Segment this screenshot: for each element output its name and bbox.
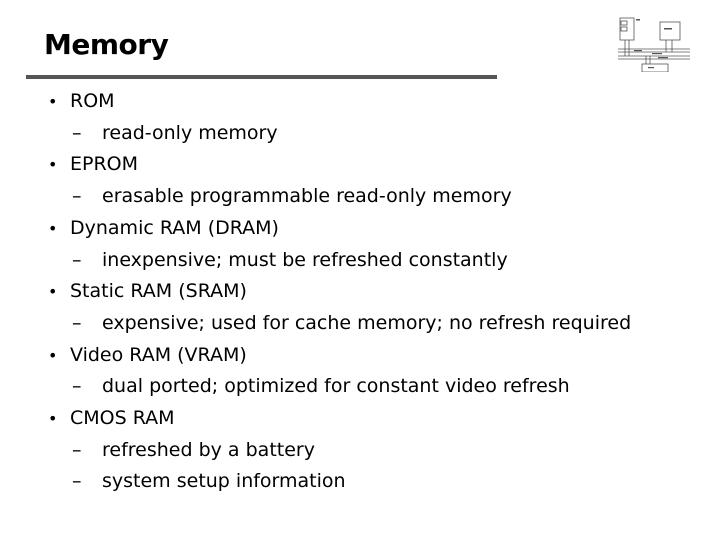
bullet-icon: • bbox=[48, 92, 58, 111]
dash-icon: – bbox=[72, 438, 82, 461]
bullet-icon: • bbox=[48, 218, 58, 238]
list-item-label: Video RAM (VRAM) bbox=[70, 343, 247, 366]
bullet-list: • ROM – read-only memory • EPROM – erasable pro… bbox=[48, 86, 631, 498]
dash-icon: – bbox=[72, 185, 82, 208]
bullet-icon: • bbox=[48, 282, 58, 302]
sub-list-item: – dual ported; optimized for constant vid… bbox=[48, 371, 631, 403]
dash-icon: – bbox=[72, 121, 82, 144]
list-item: • EPROM bbox=[48, 149, 631, 181]
bullet-icon: • bbox=[48, 345, 58, 365]
dash-icon: – bbox=[72, 311, 82, 334]
list-item-label: Static RAM (SRAM) bbox=[70, 280, 247, 303]
computer-bus-diagram-icon bbox=[618, 17, 690, 72]
sub-list-item-text: read-only memory bbox=[102, 121, 278, 144]
sub-list-item: – refreshed by a battery bbox=[48, 435, 631, 467]
sub-list-item: – inexpensive; must be refreshed constant… bbox=[48, 245, 631, 277]
sub-list-item: – expensive; used for cache memory; no re… bbox=[48, 308, 631, 340]
sub-list-item-text: refreshed by a battery bbox=[102, 438, 315, 461]
list-item: • Dynamic RAM (DRAM) bbox=[48, 213, 631, 245]
sub-list-item: – read-only memory bbox=[48, 118, 631, 150]
list-item: • ROM bbox=[48, 86, 631, 118]
list-item-label: EPROM bbox=[70, 153, 139, 176]
sub-list-item: – system setup information bbox=[48, 466, 631, 498]
list-item-label: ROM bbox=[70, 90, 115, 112]
sub-list-item-text: dual ported; optimized for constant vide… bbox=[102, 375, 570, 398]
list-item-label: Dynamic RAM (DRAM) bbox=[70, 216, 279, 239]
sub-list-item: – erasable programmable read-only memory bbox=[48, 181, 631, 213]
title-divider bbox=[26, 75, 497, 79]
dash-icon: – bbox=[72, 375, 82, 398]
sub-list-item-text: system setup information bbox=[102, 470, 346, 493]
sub-list-item-text: erasable programmable read-only memory bbox=[102, 185, 512, 208]
dash-icon: – bbox=[72, 248, 82, 271]
dash-icon: – bbox=[72, 470, 82, 493]
sub-list-item-text: expensive; used for cache memory; no ref… bbox=[102, 311, 632, 334]
slide-title: Memory bbox=[44, 28, 169, 61]
list-item-label: CMOS RAM bbox=[70, 407, 175, 430]
bullet-icon: • bbox=[48, 409, 58, 429]
sub-list-item-text: inexpensive; must be refreshed constantl… bbox=[102, 248, 508, 271]
bullet-icon: • bbox=[48, 155, 58, 175]
list-item: • Video RAM (VRAM) bbox=[48, 340, 631, 372]
list-item: • Static RAM (SRAM) bbox=[48, 276, 631, 308]
list-item: • CMOS RAM bbox=[48, 403, 631, 435]
